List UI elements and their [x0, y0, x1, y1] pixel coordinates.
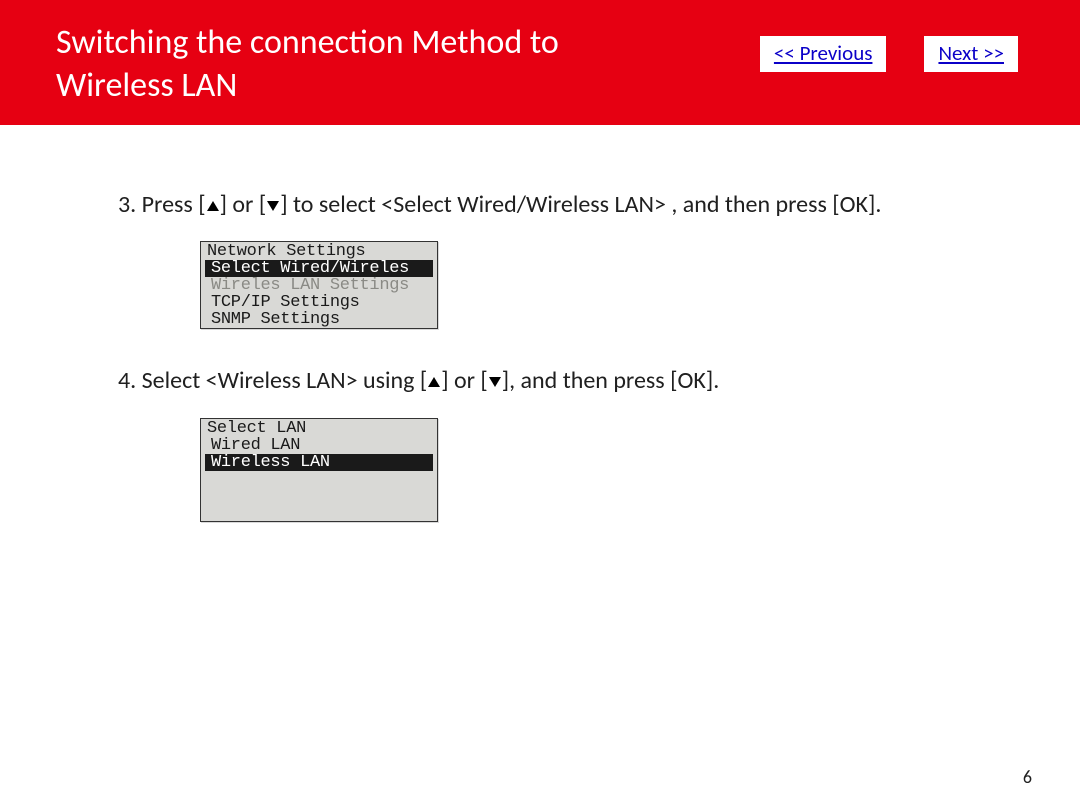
lcd1-row: TCP/IP Settings: [201, 294, 437, 311]
lcd-panel-2: Select LAN Wired LAN Wireless LAN: [200, 418, 438, 522]
next-button[interactable]: Next >>: [924, 36, 1018, 72]
lcd1-row: Wireles LAN Settings: [201, 277, 437, 294]
step-4-text: 4. Select <Wireless LAN> using [] or [],…: [118, 365, 984, 397]
step-3-text: 3. Press [] or [] to select <Select Wire…: [118, 189, 984, 221]
lcd2-title: Select LAN: [201, 419, 437, 437]
lcd-panel-1: Network Settings Select Wired/Wireles Wi…: [200, 241, 438, 329]
lcd1-title: Network Settings: [201, 242, 437, 260]
down-triangle-icon: [489, 377, 501, 387]
lcd1-row: Select Wired/Wireles: [205, 260, 433, 277]
page-number: 6: [1023, 766, 1032, 788]
previous-button[interactable]: << Previous: [760, 36, 887, 72]
down-triangle-icon: [267, 201, 279, 211]
lcd1-row: SNMP Settings: [201, 311, 437, 328]
lcd2-row: Wireless LAN: [205, 454, 433, 471]
lcd2-row: Wired LAN: [201, 437, 437, 454]
up-triangle-icon: [428, 377, 440, 387]
page-title: Switching the connection Method to Wirel…: [56, 22, 676, 107]
up-triangle-icon: [207, 201, 219, 211]
